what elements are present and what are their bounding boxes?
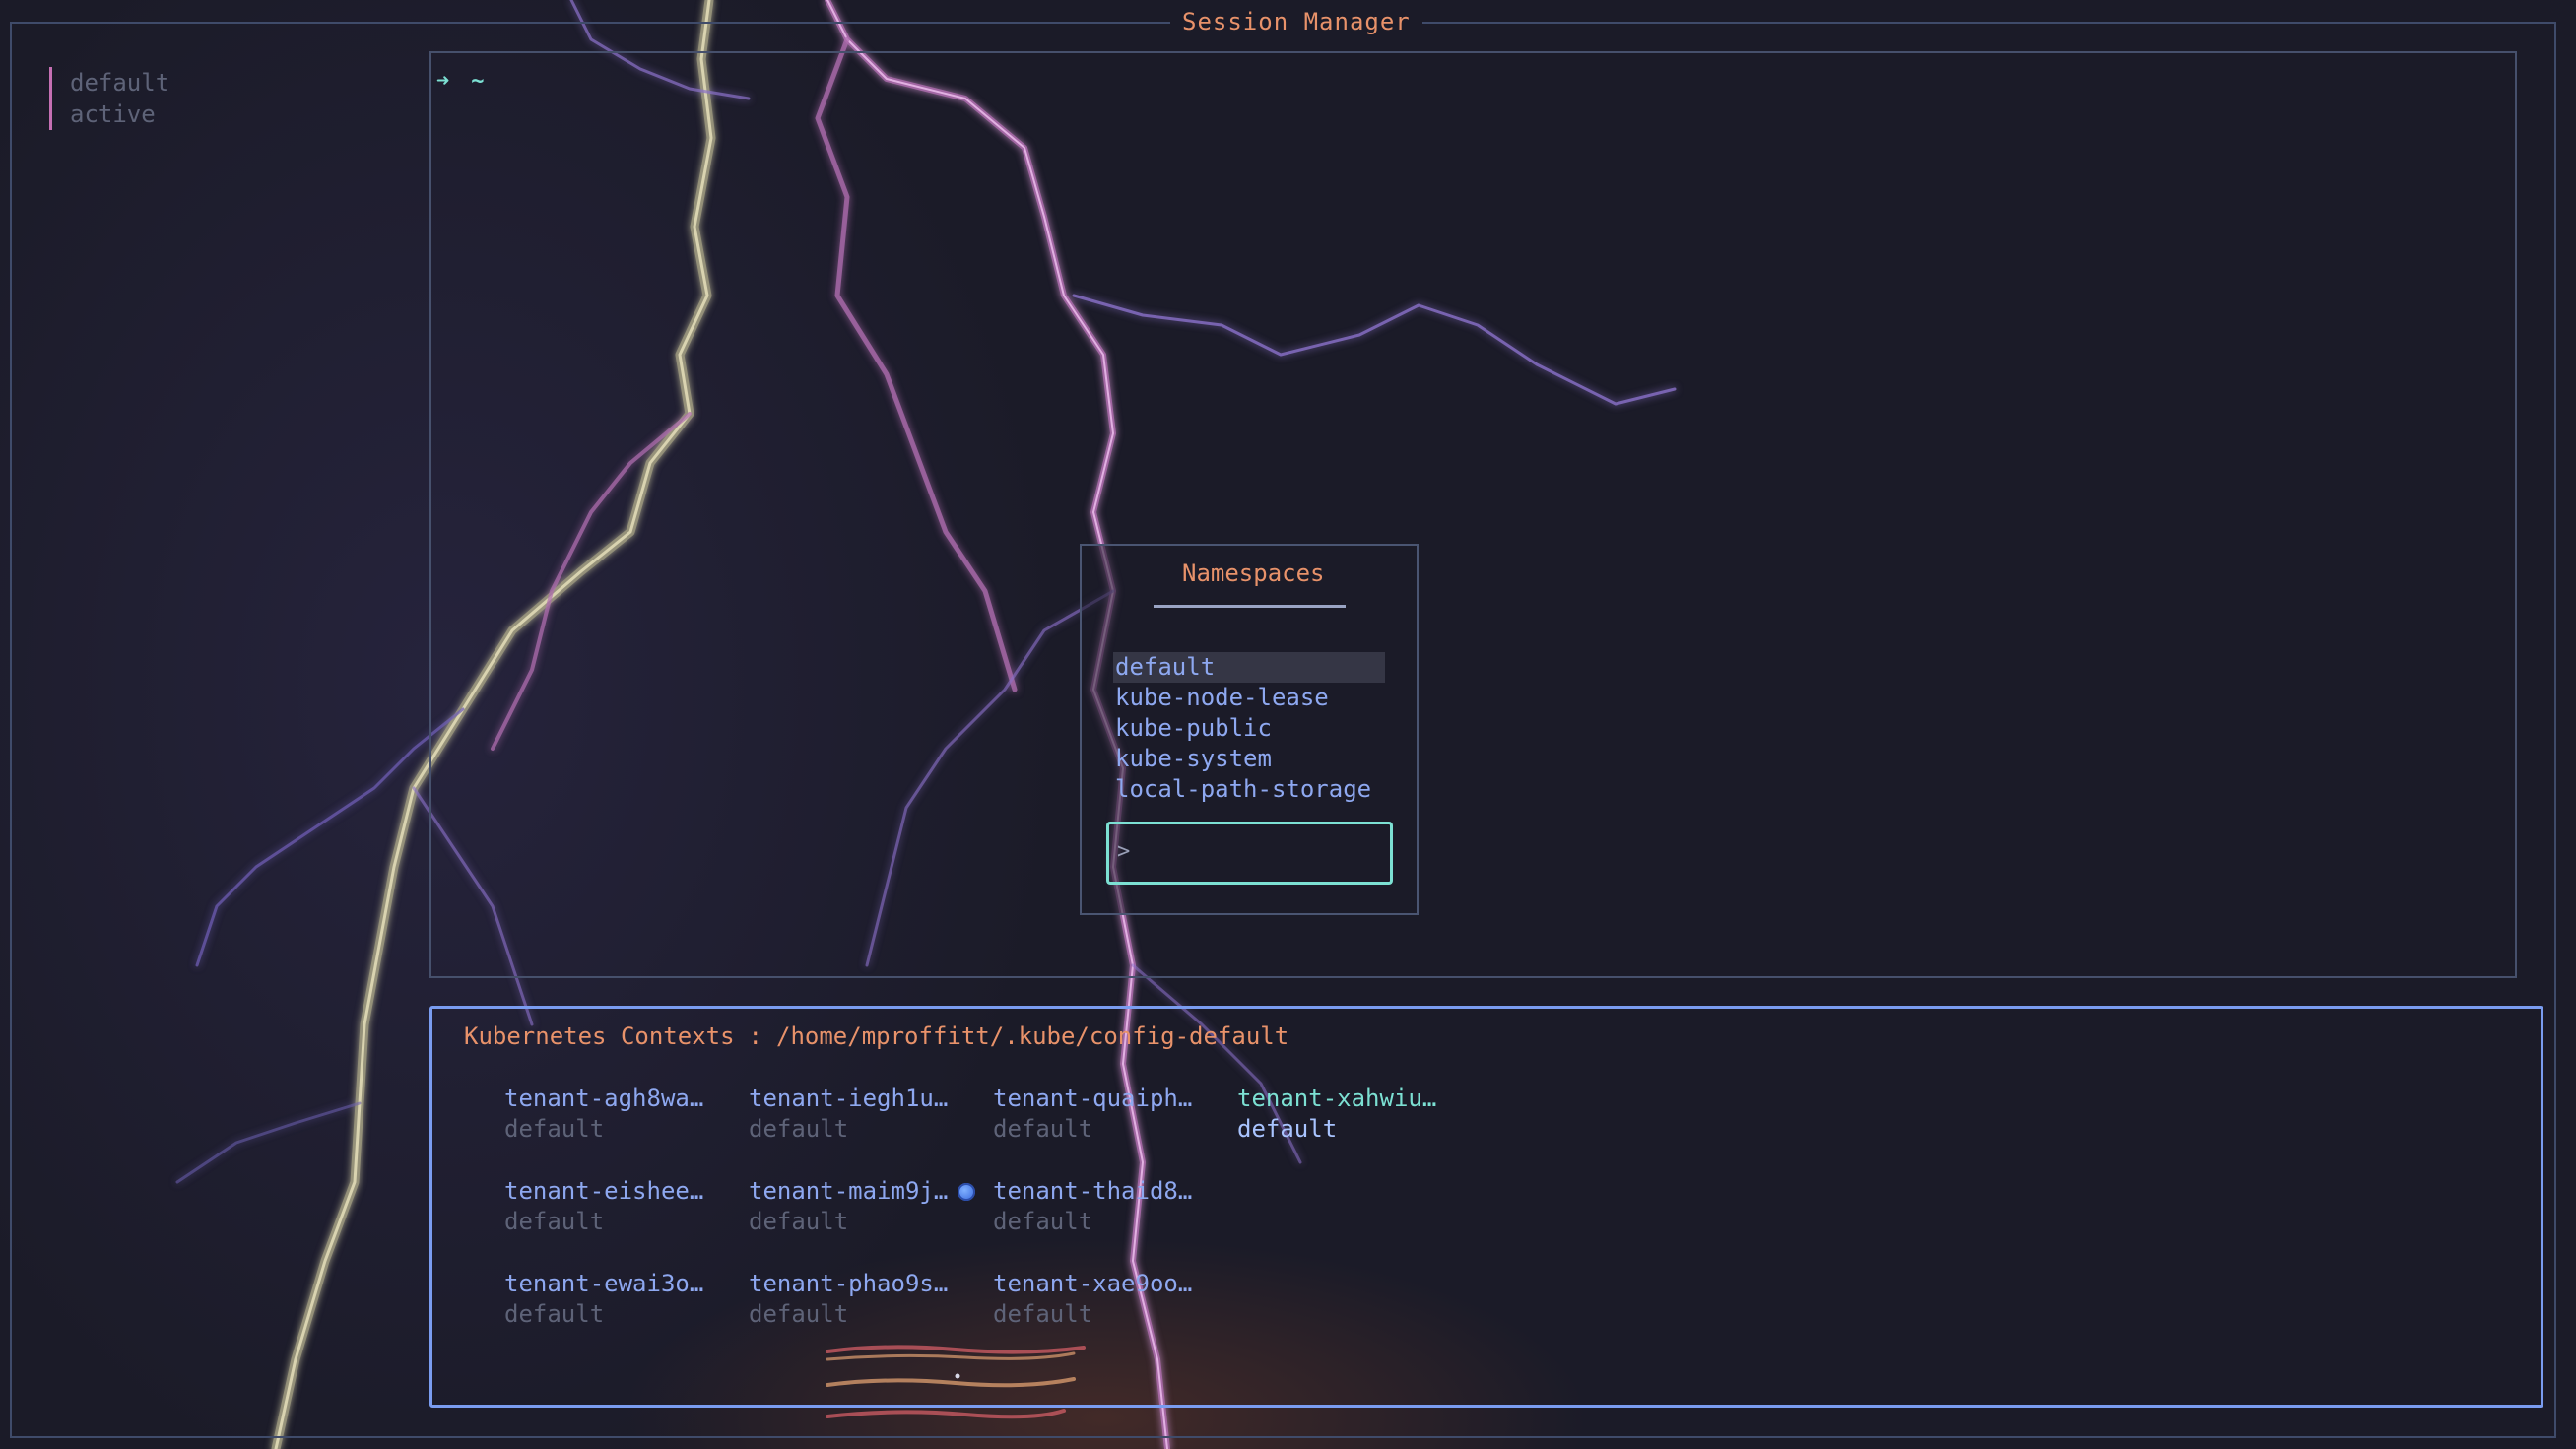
context-name: tenant-ewai3o… <box>504 1270 704 1297</box>
namespaces-list: default kube-node-lease kube-public kube… <box>1113 652 1385 805</box>
namespace-item-local-path-storage[interactable]: local-path-storage <box>1113 774 1385 805</box>
context-name: tenant-agh8wa… <box>504 1085 704 1112</box>
context-item[interactable]: tenant-iegh1u… default <box>749 1084 985 1145</box>
context-item[interactable]: tenant-maim9j… default <box>749 1176 985 1237</box>
namespaces-title-underline <box>1154 605 1346 608</box>
window-title: Session Manager <box>1170 8 1422 35</box>
globe-icon <box>958 1183 976 1201</box>
shell-prompt: ➜ ~ <box>436 69 506 94</box>
contexts-label: Kubernetes Contexts <box>464 1022 735 1050</box>
input-prompt: > <box>1117 839 1131 864</box>
namespace-item-kube-node-lease[interactable]: kube-node-lease <box>1113 683 1385 713</box>
context-namespace: default <box>504 1300 605 1328</box>
context-name: tenant-thaid8… <box>993 1177 1193 1205</box>
namespaces-title: Namespaces <box>1182 560 1325 587</box>
session-list[interactable]: default active <box>49 67 169 130</box>
session-status: active <box>70 100 156 128</box>
context-namespace: default <box>749 1115 849 1143</box>
context-namespace: default <box>504 1115 605 1143</box>
context-name: tenant-eishee… <box>504 1177 704 1205</box>
context-name: tenant-maim9j… <box>749 1177 949 1205</box>
context-namespace: default <box>993 1300 1093 1328</box>
contexts-title: Kubernetes Contexts: /home/mproffitt/.kub… <box>464 1022 1288 1050</box>
context-namespace: default <box>504 1208 605 1235</box>
context-namespace: default <box>1237 1115 1338 1143</box>
namespace-item-kube-system[interactable]: kube-system <box>1113 744 1385 774</box>
context-namespace: default <box>993 1115 1093 1143</box>
contexts-separator: : <box>748 1022 762 1050</box>
context-item[interactable]: tenant-quaiph… default <box>993 1084 1229 1145</box>
context-namespace: default <box>749 1300 849 1328</box>
loading-indicator <box>826 1345 1086 1419</box>
namespace-item-default[interactable]: default <box>1113 652 1385 683</box>
terminal-pane[interactable] <box>429 51 2517 978</box>
session-name[interactable]: default <box>70 67 169 99</box>
context-name: tenant-quaiph… <box>993 1085 1193 1112</box>
desktop-background: Session Manager default active ➜ ~ Namesp… <box>0 0 2576 1449</box>
context-item-current[interactable]: tenant-xahwiu… default <box>1237 1084 1474 1145</box>
namespace-filter-input[interactable]: > <box>1106 822 1393 885</box>
context-name: tenant-phao9s… <box>749 1270 949 1297</box>
context-name: tenant-iegh1u… <box>749 1085 949 1112</box>
context-item[interactable]: tenant-thaid8… default <box>993 1176 1229 1237</box>
context-name: tenant-xahwiu… <box>1237 1085 1437 1112</box>
prompt-arrow-icon: ➜ <box>436 69 450 94</box>
context-item[interactable]: tenant-ewai3o… default <box>504 1269 741 1330</box>
namespace-item-kube-public[interactable]: kube-public <box>1113 713 1385 744</box>
context-item[interactable]: tenant-eishee… default <box>504 1176 741 1237</box>
context-name: tenant-xae9oo… <box>993 1270 1193 1297</box>
kubernetes-contexts-pane <box>429 1006 2543 1408</box>
context-item[interactable]: tenant-agh8wa… default <box>504 1084 741 1145</box>
prompt-directory: ~ <box>471 69 485 94</box>
context-namespace: default <box>993 1208 1093 1235</box>
contexts-config-path: /home/mproffitt/.kube/config-default <box>776 1022 1289 1050</box>
context-item[interactable]: tenant-xae9oo… default <box>993 1269 1229 1330</box>
context-item[interactable]: tenant-phao9s… default <box>749 1269 985 1330</box>
context-namespace: default <box>749 1208 849 1235</box>
